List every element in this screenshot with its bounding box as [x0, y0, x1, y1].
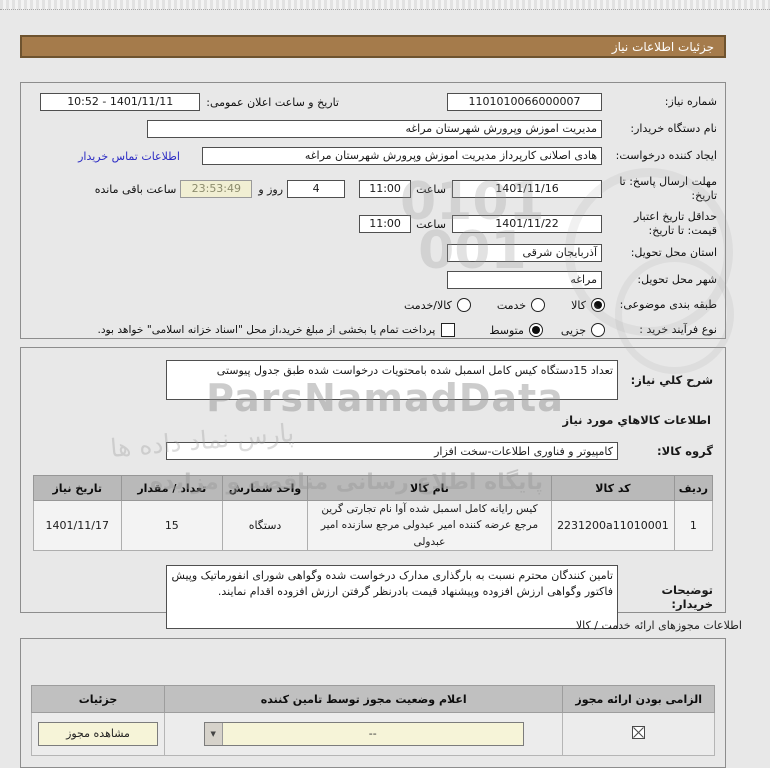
subject-option-goods: کالا	[571, 298, 605, 313]
price-hour-label: ساعت	[416, 217, 446, 231]
need-info-panel: شماره نیاز: 1101010066000007 تاریخ و ساع…	[20, 82, 726, 339]
goods-col-name: نام کالا	[306, 475, 553, 501]
goods-table-row: 1 2231200a11010001 کیس رایانه کامل اسمبل…	[33, 500, 714, 551]
goods-table-header-row: ردیف کد کالا نام کالا واحد شمارش تعداد /…	[33, 475, 714, 501]
subject-option-service: خدمت	[496, 298, 546, 313]
price-validity-time-input[interactable]: 11:00	[359, 215, 412, 233]
need-details-page: { "page": { "title_bar": "جزئیات اطلاعات…	[0, 0, 770, 768]
goods-group-label: گروه کالا:	[657, 444, 713, 458]
page-top-texture	[0, 0, 770, 10]
radio-medium-label: متوسط	[489, 323, 524, 337]
buyer-contact-link[interactable]: اطلاعات تماس خریدار	[78, 150, 180, 163]
license-status-value: --	[368, 727, 377, 740]
province-input[interactable]: آذربایجان شرقی	[447, 244, 602, 262]
license-details-cell: مشاهده مجوز	[30, 712, 166, 756]
radio-goods[interactable]	[591, 298, 605, 313]
reply-deadline-label: مهلت ارسال پاسخ: تا تاریخ:	[619, 174, 717, 202]
days-and-label: روز و	[258, 182, 284, 196]
process-option-medium: متوسط	[489, 323, 543, 338]
treasury-checkbox[interactable]	[441, 323, 456, 338]
goods-info-heading: اطلاعات کالاهاي مورد نیاز	[562, 413, 711, 427]
reply-deadline-date-input[interactable]: 1401/11/16	[452, 180, 602, 198]
city-row: شهر محل تحویل: مراغه	[29, 271, 717, 289]
need-desc-row: شرح کلي نیاز: تعداد 15دستگاه کیس کامل اس…	[33, 360, 713, 400]
process-option-partial: جزیی	[560, 323, 605, 338]
buyer-org-label: نام دستگاه خریدار:	[630, 121, 717, 135]
reply-hour-label: ساعت	[416, 182, 446, 196]
license-col-required: الزامی بودن ارائه مجوز	[562, 685, 715, 713]
goods-cell-code: 2231200a11010001	[551, 500, 675, 551]
license-col-status: اعلام وضعیت مجوز توسط تامین کننده	[164, 685, 564, 713]
license-required-checkbox[interactable]	[631, 725, 646, 740]
remaining-label: ساعت باقی مانده	[94, 182, 177, 196]
subject-classification-row: طبقه بندی موضوعی: کالا خدمت کالا/خدمت	[29, 298, 717, 313]
radio-service-label: خدمت	[496, 298, 527, 312]
goods-col-rowno: ردیف	[673, 475, 714, 501]
license-table-row: -- ▼ مشاهده مجوز	[30, 712, 715, 756]
publish-datetime-label: تاریخ و ساعت اعلان عمومی:	[206, 95, 339, 109]
subject-option-both: کالا/خدمت	[404, 298, 471, 313]
price-validity-row: حداقل تاریخ اعتبار قیمت: تا تاریخ: 1401/…	[29, 209, 717, 239]
dropdown-arrow-icon[interactable]: ▼	[204, 723, 223, 745]
goods-info-panel: شرح کلي نیاز: تعداد 15دستگاه کیس کامل اس…	[20, 347, 726, 629]
radio-partial-label: جزیی	[560, 323, 586, 337]
radio-goods-label: کالا	[571, 298, 586, 312]
buyer-org-row: نام دستگاه خریدار: مدیریت اموزش وپرورش ش…	[29, 120, 717, 138]
license-table-header-row: الزامی بودن ارائه مجوز اعلام وضعیت مجوز …	[30, 685, 715, 713]
license-panel: الزامی بودن ارائه مجوز اعلام وضعیت مجوز …	[20, 638, 726, 768]
radio-goods-service-label: کالا/خدمت	[404, 298, 452, 312]
days-remaining-input[interactable]: 4	[287, 180, 346, 198]
reply-deadline-time-input[interactable]: 11:00	[359, 180, 412, 198]
goods-group-input[interactable]: کامپیوتر و فناوری اطلاعات-سخت افزار	[166, 442, 618, 460]
request-creator-row: ایجاد کننده درخواست: هادی اصلانی کارپردا…	[29, 147, 717, 165]
reply-deadline-row: مهلت ارسال پاسخ: تا تاریخ: 1401/11/16 سا…	[29, 174, 717, 204]
buyer-notes-textarea[interactable]: تامین کنندگان محترم نسبت به بارگذاری مدا…	[166, 564, 618, 629]
radio-medium[interactable]	[528, 323, 543, 338]
goods-cell-needdate: 1401/11/17	[33, 500, 122, 551]
view-license-button[interactable]: مشاهده مجوز	[38, 722, 159, 746]
goods-col-needdate: تاریخ نیاز	[33, 475, 122, 501]
need-desc-label: شرح کلي نیاز:	[630, 373, 713, 387]
request-creator-input[interactable]: هادی اصلانی کارپرداز مدیریت اموزش وپرورش…	[202, 147, 602, 165]
goods-table: ردیف کد کالا نام کالا واحد شمارش تعداد /…	[33, 475, 714, 551]
goods-cell-rowno: 1	[673, 500, 714, 551]
goods-cell-name: کیس رایانه کامل اسمبل شده آوا نام تجارتی…	[306, 500, 553, 551]
buyer-org-input[interactable]: مدیریت اموزش وپرورش شهرستان مراغه	[147, 120, 602, 138]
license-status-dropdown[interactable]: -- ▼	[203, 722, 524, 746]
license-section-heading: اطلاعات مجوزهای ارائه خدمت / کالا	[575, 619, 742, 632]
countdown-timer: 23:53:49	[180, 180, 253, 198]
city-label: شهر محل تحویل:	[637, 272, 717, 286]
request-creator-label: ایجاد کننده درخواست:	[615, 148, 717, 162]
goods-col-qty: تعداد / مقدار	[120, 475, 224, 501]
process-type-row: نوع فرآیند خرید : جزیی متوسط پرداخت تمام…	[29, 323, 717, 338]
radio-partial[interactable]	[591, 323, 605, 338]
subject-classification-label: طبقه بندی موضوعی:	[619, 298, 717, 311]
need-desc-input[interactable]: تعداد 15دستگاه کیس کامل اسمبل شده بامحتو…	[166, 360, 618, 400]
radio-service[interactable]	[531, 298, 546, 313]
publish-datetime-input[interactable]: 1401/11/11 - 10:52	[40, 93, 201, 111]
need-number-input[interactable]: 1101010066000007	[447, 93, 602, 111]
goods-col-code: کد کالا	[551, 475, 675, 501]
goods-cell-unit: دستگاه	[222, 500, 308, 551]
price-validity-label: حداقل تاریخ اعتبار قیمت: تا تاریخ:	[633, 209, 717, 237]
buyer-notes-label: توضیحات خریدار:	[661, 582, 714, 611]
treasury-note-text: پرداخت تمام یا بخشی از مبلغ خرید،از محل …	[97, 324, 436, 337]
province-label: استان محل تحویل:	[630, 245, 717, 259]
price-validity-date-input[interactable]: 1401/11/22	[452, 215, 602, 233]
license-col-details: جزئیات	[30, 685, 166, 713]
process-type-label: نوع فرآیند خرید :	[639, 323, 717, 337]
page-title: جزئیات اطلاعات نیاز	[20, 35, 726, 58]
radio-goods-service[interactable]	[456, 298, 471, 313]
goods-group-row: گروه کالا: کامپیوتر و فناوری اطلاعات-سخت…	[33, 442, 713, 460]
city-input[interactable]: مراغه	[447, 271, 602, 289]
license-required-cell	[562, 712, 715, 756]
license-table: الزامی بودن ارائه مجوز اعلام وضعیت مجوز …	[30, 685, 715, 756]
license-status-cell: -- ▼	[164, 712, 564, 756]
province-row: استان محل تحویل: آذربایجان شرقی	[29, 244, 717, 262]
need-number-label: شماره نیاز:	[664, 94, 717, 108]
goods-cell-qty: 15	[120, 500, 224, 551]
need-number-row: شماره نیاز: 1101010066000007 تاریخ و ساع…	[29, 93, 717, 111]
goods-col-unit: واحد شمارش	[222, 475, 308, 501]
